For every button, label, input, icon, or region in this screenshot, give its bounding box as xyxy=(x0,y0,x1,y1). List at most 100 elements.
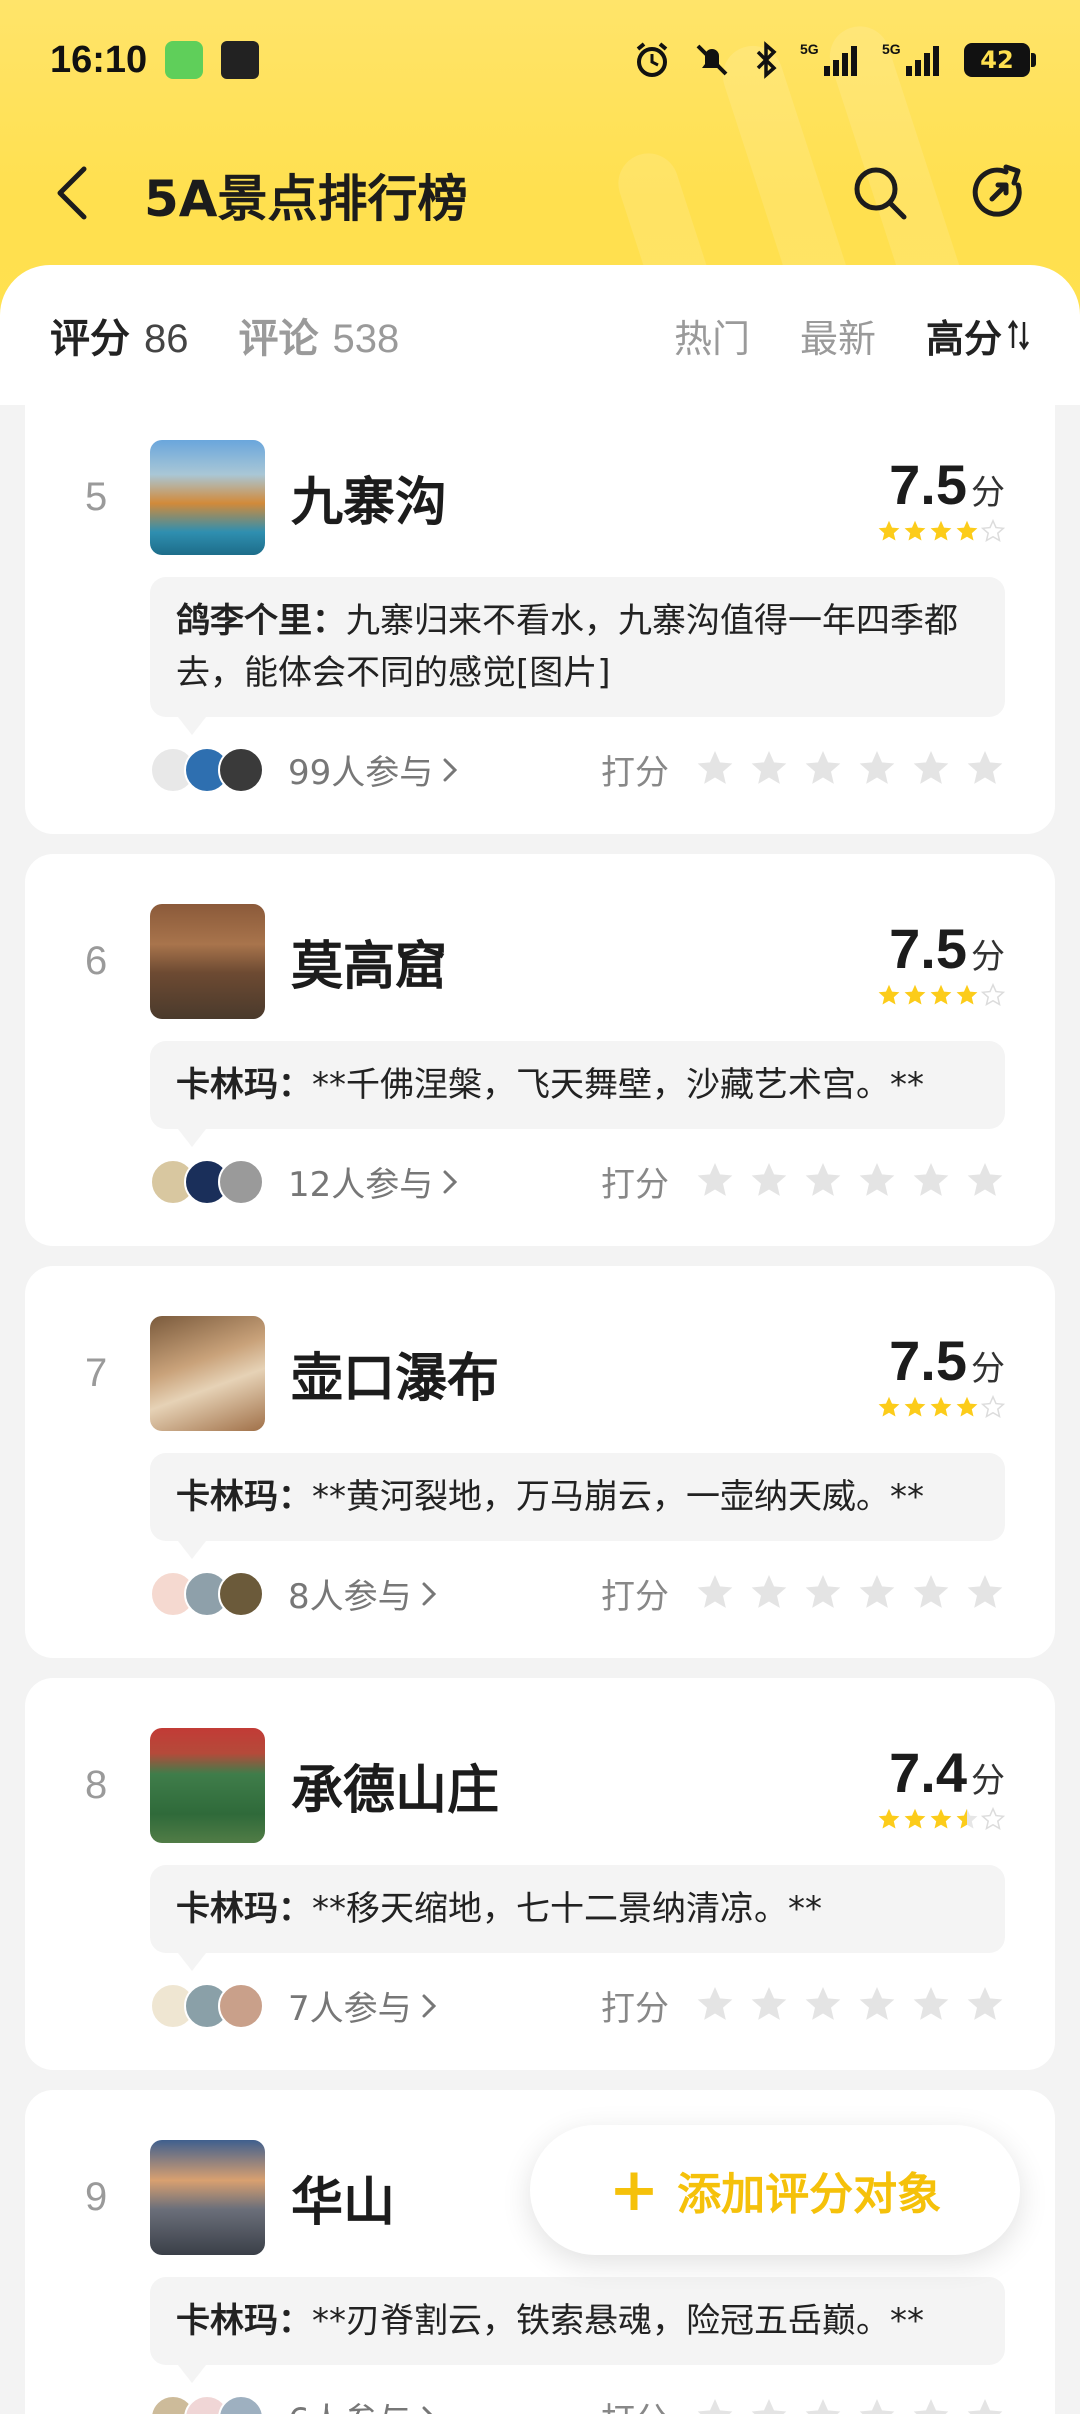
rating-stat[interactable]: 评分 86 xyxy=(50,306,189,364)
status-bar: 16:10 5G 5G 42 xyxy=(0,0,1080,120)
rate-star-icon[interactable] xyxy=(749,748,789,792)
score-star-icon xyxy=(930,520,952,541)
spot-thumbnail[interactable] xyxy=(150,2140,265,2255)
top-comment[interactable]: 卡林玛：**移天缩地，七十二景纳清凉。** xyxy=(150,1865,1005,1971)
score-value: 7.5 xyxy=(889,917,967,980)
rate-star-icon[interactable] xyxy=(965,1160,1005,1204)
top-comment[interactable]: 卡林玛：**千佛涅槃，飞天舞壁，沙藏艺术宫。** xyxy=(150,1041,1005,1147)
share-icon[interactable] xyxy=(970,163,1030,227)
rate-star-icon[interactable] xyxy=(803,1160,843,1204)
add-rating-object-button[interactable]: + 添加评分对象 xyxy=(530,2125,1020,2255)
rate-star-icon[interactable] xyxy=(911,1160,951,1204)
participants-link[interactable]: 8人参与 xyxy=(288,1569,438,1618)
rate-star-icon[interactable] xyxy=(695,1160,735,1204)
rate-star-icon[interactable] xyxy=(965,748,1005,792)
score-star-icon xyxy=(981,1395,1005,1419)
rate-star-icon[interactable] xyxy=(911,748,951,792)
star-icon xyxy=(913,1574,949,1608)
star-icon xyxy=(697,1574,733,1608)
star-icon xyxy=(859,1986,895,2020)
rate-star-icon[interactable] xyxy=(695,1572,735,1616)
star-icon xyxy=(805,750,841,784)
chevron-right-icon xyxy=(422,2406,433,2414)
star-icon xyxy=(967,1574,1003,1608)
rate-widget[interactable]: 打分 xyxy=(601,1157,1005,1206)
rate-star-icon[interactable] xyxy=(857,1984,897,2028)
review-stat[interactable]: 评论 538 xyxy=(239,306,400,364)
participant-avatars xyxy=(150,2394,264,2414)
spot-thumbnail[interactable] xyxy=(150,1728,265,1843)
rate-star-icon[interactable] xyxy=(803,1984,843,2028)
rank-number: 7 xyxy=(85,1351,108,1395)
sort-hot[interactable]: 热门 xyxy=(674,308,750,363)
rate-widget[interactable]: 打分 xyxy=(601,745,1005,794)
spot-thumbnail[interactable] xyxy=(150,904,265,1019)
top-comment[interactable]: 卡林玛：**黄河裂地，万马崩云，一壶纳天威。** xyxy=(150,1453,1005,1559)
spot-name[interactable]: 壶口瀑布 xyxy=(291,1336,499,1411)
star-icon xyxy=(967,1162,1003,1196)
rate-star-icon[interactable] xyxy=(749,1160,789,1204)
rate-star-icon[interactable] xyxy=(695,748,735,792)
score-star-icon xyxy=(904,520,926,541)
rate-star-icon[interactable] xyxy=(857,1160,897,1204)
spot-name[interactable]: 莫高窟 xyxy=(291,924,447,999)
participants-link[interactable]: 6人参与 xyxy=(288,2393,438,2414)
rank-number: 9 xyxy=(85,2175,108,2219)
page-title: 5A景点排行榜 xyxy=(144,170,468,228)
rate-star-icon[interactable] xyxy=(857,2396,897,2414)
rate-widget[interactable]: 打分 xyxy=(601,1569,1005,1618)
rate-star-icon[interactable] xyxy=(803,748,843,792)
spot-name[interactable]: 九寨沟 xyxy=(291,460,447,535)
rate-star-icon[interactable] xyxy=(803,2396,843,2414)
sort-latest[interactable]: 最新 xyxy=(800,308,876,363)
participants-link[interactable]: 7人参与 xyxy=(288,1981,438,2030)
top-comment[interactable]: 卡林玛：**刃脊割云，铁索悬魂，险冠五岳巅。** xyxy=(150,2277,1005,2383)
rate-star-icon[interactable] xyxy=(749,1572,789,1616)
spot-name[interactable]: 华山 xyxy=(291,2160,395,2235)
chevron-right-icon xyxy=(443,758,458,781)
spot-thumbnail[interactable] xyxy=(150,1316,265,1431)
rate-widget[interactable]: 打分 xyxy=(601,1981,1005,2030)
spot-thumbnail[interactable] xyxy=(150,440,265,555)
star-icon xyxy=(967,750,1003,784)
top-comment[interactable]: 鸽李个里：九寨归来不看水，九寨沟值得一年四季都去，能体会不同的感觉[图片] xyxy=(150,577,1005,735)
score-star-icon xyxy=(956,1808,978,1829)
avatar xyxy=(218,1982,264,2029)
ranking-card[interactable]: 8 承德山庄 7.4 分 卡林玛：**移天缩地，七十二景纳清凉。** 7人参与 … xyxy=(25,1678,1055,2070)
ranking-card[interactable]: 7 壶口瀑布 7.5 分 卡林玛：**黄河裂地，万马崩云，一壶纳天威。** 8人… xyxy=(25,1266,1055,1658)
rate-star-icon[interactable] xyxy=(965,1572,1005,1616)
battery-icon: 42 xyxy=(964,43,1036,77)
rate-star-icon[interactable] xyxy=(911,1572,951,1616)
participant-avatars xyxy=(150,1982,264,2029)
score-star-icon xyxy=(981,983,1005,1007)
rate-widget[interactable]: 打分 xyxy=(601,2393,1005,2414)
star-icon xyxy=(697,1986,733,2020)
spot-name[interactable]: 承德山庄 xyxy=(291,1748,499,1823)
ranking-card[interactable]: 6 莫高窟 7.5 分 卡林玛：**千佛涅槃，飞天舞壁，沙藏艺术宫。** 12人… xyxy=(25,854,1055,1246)
score-stars xyxy=(877,1395,1005,1419)
rate-label: 打分 xyxy=(601,2393,669,2414)
back-icon[interactable] xyxy=(50,163,94,227)
star-icon xyxy=(913,2398,949,2414)
search-icon[interactable] xyxy=(850,163,910,227)
star-icon xyxy=(697,1162,733,1196)
rate-star-icon[interactable] xyxy=(911,1984,951,2028)
participants-link[interactable]: 99人参与 xyxy=(288,745,459,794)
rate-star-icon[interactable] xyxy=(965,2396,1005,2414)
signal-5g-icon: 5G xyxy=(800,40,862,80)
rate-star-icon[interactable] xyxy=(749,2396,789,2414)
rate-star-icon[interactable] xyxy=(749,1984,789,2028)
participants-link[interactable]: 12人参与 xyxy=(288,1157,459,1206)
comment-author: 卡林玛： xyxy=(176,2301,312,2341)
score-star-icon xyxy=(981,519,1005,543)
rate-star-icon[interactable] xyxy=(965,1984,1005,2028)
star-icon xyxy=(751,1574,787,1608)
sort-high[interactable]: 高分 xyxy=(926,308,1030,363)
rate-star-icon[interactable] xyxy=(911,2396,951,2414)
rate-star-icon[interactable] xyxy=(857,1572,897,1616)
rate-star-icon[interactable] xyxy=(695,2396,735,2414)
ranking-card[interactable]: 5 九寨沟 7.5 分 鸽李个里：九寨归来不看水，九寨沟值得一年四季都去，能体会… xyxy=(25,380,1055,834)
rate-star-icon[interactable] xyxy=(695,1984,735,2028)
rate-star-icon[interactable] xyxy=(803,1572,843,1616)
rate-star-icon[interactable] xyxy=(857,748,897,792)
